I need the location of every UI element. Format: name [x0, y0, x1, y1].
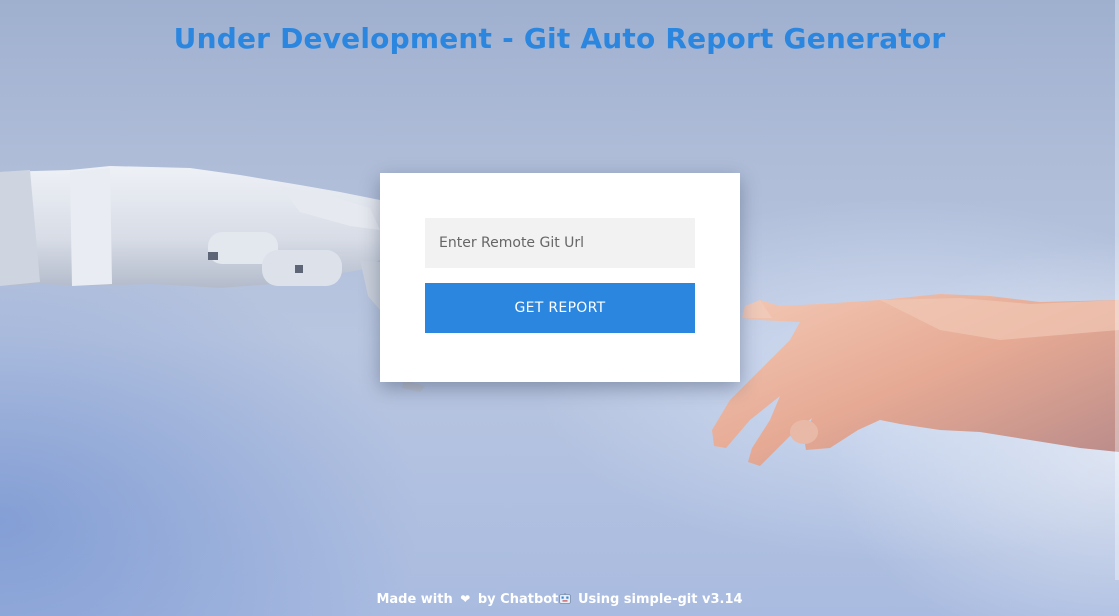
remote-git-url-input[interactable]	[425, 218, 695, 268]
footer-using-text: Using simple-git v3.14	[577, 592, 743, 607]
human-hand-illustration	[712, 294, 1119, 466]
page-scrollbar[interactable]	[1115, 0, 1119, 580]
footer-by-chatbot-text: by Chatbot	[477, 592, 559, 607]
robot-face-icon	[559, 593, 572, 604]
heart-icon: ❤	[460, 592, 471, 606]
footer: Made with ❤ by Chatbot Using simple-git …	[0, 592, 1119, 607]
get-report-button[interactable]: GET REPORT	[425, 283, 695, 333]
robot-hand-illustration	[0, 166, 425, 392]
report-form-card: GET REPORT	[380, 173, 740, 382]
page-title: Under Development - Git Auto Report Gene…	[173, 22, 946, 55]
footer-made-with-text: Made with	[376, 592, 453, 607]
